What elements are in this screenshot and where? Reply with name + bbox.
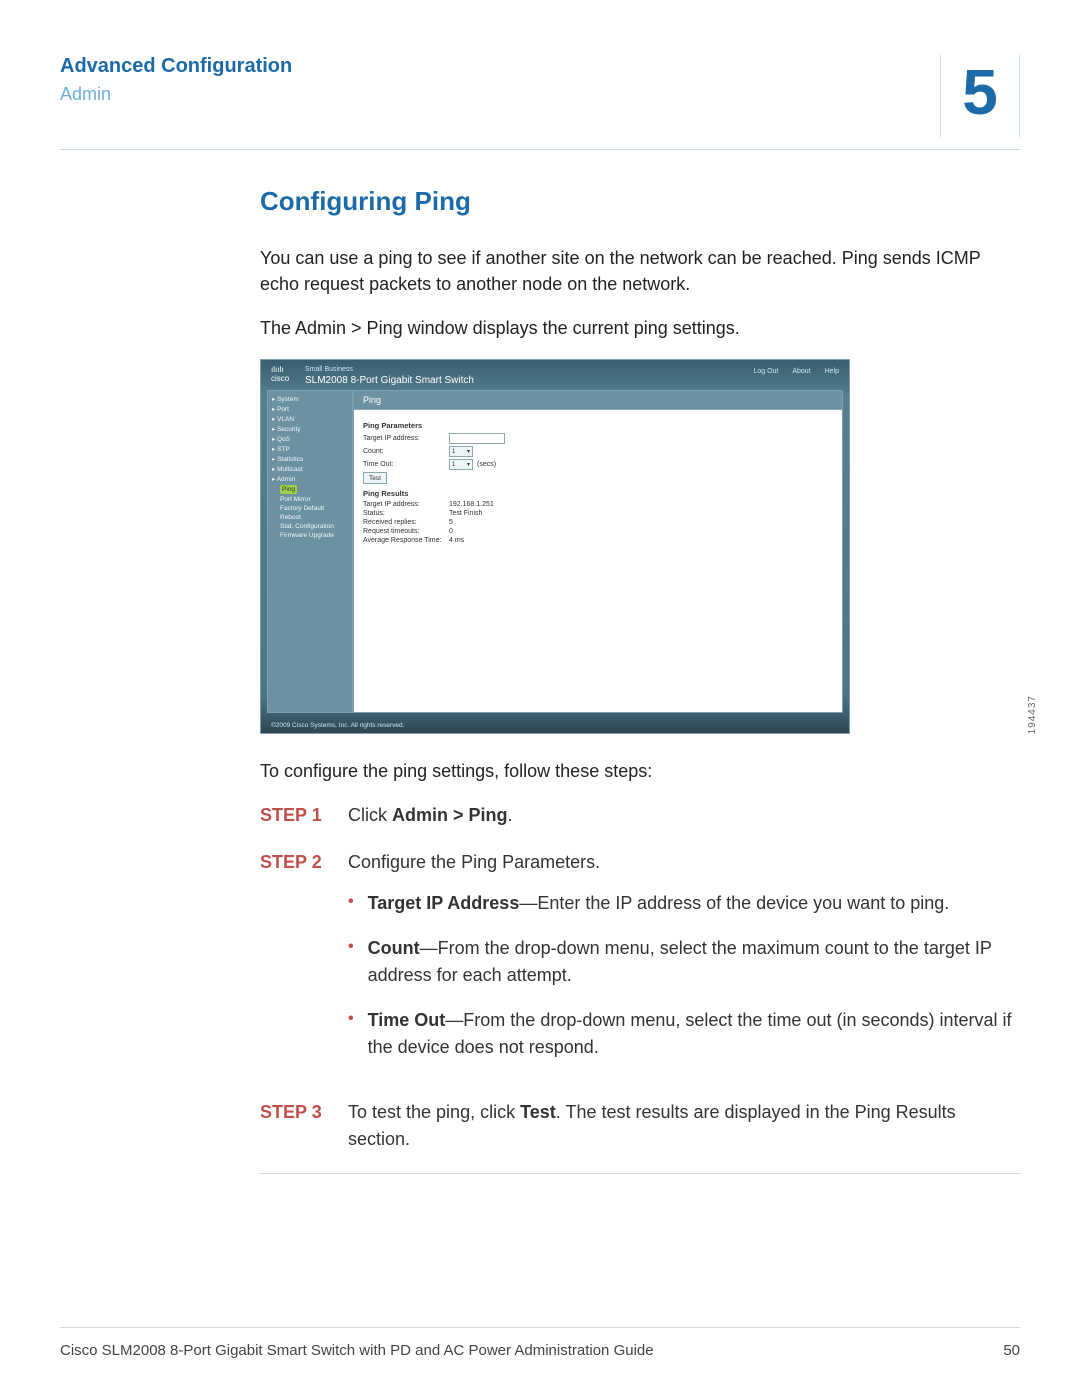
product-title: SLM2008 8-Port Gigabit Smart Switch xyxy=(305,375,474,386)
steps-intro: To configure the ping settings, follow t… xyxy=(260,758,1020,784)
count-select[interactable]: 1▾ xyxy=(449,446,473,457)
step-2-label: STEP 2 xyxy=(260,849,330,1079)
nav-port-mirror[interactable]: Port Mirror xyxy=(280,496,348,503)
step-3: STEP 3 To test the ping, click Test. The… xyxy=(260,1099,1020,1153)
result-target-val: 192.168.1.251 xyxy=(449,501,494,508)
switch-ui-screenshot: ılıılıcisco Small Business SLM2008 8-Por… xyxy=(260,359,850,734)
timeout-label: Time Out: xyxy=(363,461,449,468)
nav-factory-default[interactable]: Factory Default xyxy=(280,505,348,512)
nav-security[interactable]: ▸ Security xyxy=(272,425,348,433)
footer-doc-title: Cisco SLM2008 8-Port Gigabit Smart Switc… xyxy=(60,1342,654,1359)
ping-parameters-title: Ping Parameters xyxy=(363,421,833,430)
copyright-text: ©2009 Cisco Systems, Inc. All rights res… xyxy=(271,722,404,729)
result-avg-label: Average Response Time: xyxy=(363,537,449,544)
figure-id: 194437 xyxy=(1027,695,1038,734)
header-rule xyxy=(60,149,1020,150)
nav-firmware-upgrade[interactable]: Firmware Upgrade xyxy=(280,532,348,539)
page-tab-ping: Ping xyxy=(354,391,842,410)
nav-ping-selected[interactable]: Ping xyxy=(280,485,297,494)
cisco-logo: ılıılıcisco xyxy=(271,366,289,383)
nav-statistics[interactable]: ▸ Statistics xyxy=(272,455,348,463)
section-title: Configuring Ping xyxy=(260,186,1020,217)
bullet-target-ip: Target IP Address—Enter the IP address o… xyxy=(348,890,1020,917)
about-link[interactable]: About xyxy=(792,368,810,375)
count-label: Count: xyxy=(363,448,449,455)
bullet-timeout: Time Out—From the drop-down menu, select… xyxy=(348,1007,1020,1061)
result-status-label: Status: xyxy=(363,510,449,517)
footer-rule xyxy=(60,1327,1020,1328)
header-links: Log Out About Help xyxy=(741,368,839,375)
screenshot-figure: ılıılıcisco Small Business SLM2008 8-Por… xyxy=(260,359,1020,734)
result-replies-label: Received replies: xyxy=(363,519,449,526)
side-nav: ▸ System ▸ Port ▸ VLAN ▸ Security ▸ QoS … xyxy=(267,390,353,713)
target-ip-label: Target IP address: xyxy=(363,435,449,442)
nav-multicast[interactable]: ▸ Multicast xyxy=(272,465,348,473)
timeout-unit: (secs) xyxy=(477,461,496,468)
nav-port[interactable]: ▸ Port xyxy=(272,405,348,413)
result-timeouts-label: Request timeouts: xyxy=(363,528,449,535)
footer-page-number: 50 xyxy=(1003,1342,1020,1359)
brand-subtitle: Small Business xyxy=(305,366,353,373)
result-target-label: Target IP address: xyxy=(363,501,449,508)
timeout-select[interactable]: 1▾ xyxy=(449,459,473,470)
nav-admin[interactable]: ▸ Admin xyxy=(272,475,348,483)
intro-paragraph-2: The Admin > Ping window displays the cur… xyxy=(260,315,1020,341)
step-2: STEP 2 Configure the Ping Parameters. Ta… xyxy=(260,849,1020,1079)
logout-link[interactable]: Log Out xyxy=(753,368,778,375)
test-button[interactable]: Test xyxy=(363,472,387,484)
intro-paragraph-1: You can use a ping to see if another sit… xyxy=(260,245,1020,297)
step-3-label: STEP 3 xyxy=(260,1099,330,1153)
target-ip-input[interactable] xyxy=(449,433,505,444)
nav-system[interactable]: ▸ System xyxy=(272,395,348,403)
result-avg-val: 4 ms xyxy=(449,537,464,544)
nav-reboot[interactable]: Reboot xyxy=(280,514,348,521)
nav-stp[interactable]: ▸ STP xyxy=(272,445,348,453)
nav-stat-config[interactable]: Stat. Configuration xyxy=(280,523,348,530)
help-link[interactable]: Help xyxy=(825,368,839,375)
ping-results-title: Ping Results xyxy=(363,489,833,498)
steps-end-rule xyxy=(260,1173,1020,1174)
chapter-number: 5 xyxy=(940,55,1020,137)
step-1: STEP 1 Click Admin > Ping. xyxy=(260,802,1020,829)
nav-qos[interactable]: ▸ QoS xyxy=(272,435,348,443)
chapter-title: Advanced Configuration xyxy=(60,55,292,78)
chapter-subtitle: Admin xyxy=(60,84,292,105)
result-replies-val: 5 xyxy=(449,519,453,526)
bullet-count: Count—From the drop-down menu, select th… xyxy=(348,935,1020,989)
step-1-label: STEP 1 xyxy=(260,802,330,829)
result-status-val: Test Finish xyxy=(449,510,482,517)
nav-vlan[interactable]: ▸ VLAN xyxy=(272,415,348,423)
result-timeouts-val: 0 xyxy=(449,528,453,535)
